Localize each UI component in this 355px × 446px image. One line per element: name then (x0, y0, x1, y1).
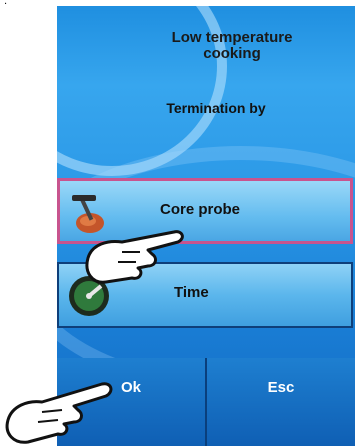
title-line-1: Low temperature (171, 29, 293, 46)
pointing-hand-icon (85, 230, 184, 284)
section-subtitle: Termination by (166, 100, 266, 116)
option-label: Time (174, 284, 209, 301)
option-label: Core probe (160, 201, 241, 218)
esc-button[interactable]: Esc (207, 358, 355, 446)
pointing-hand-icon-ok (5, 382, 113, 444)
page-title: Low temperature cooking (127, 30, 337, 62)
title-line-2: cooking (203, 45, 261, 62)
corner-mark: . (4, 0, 8, 7)
